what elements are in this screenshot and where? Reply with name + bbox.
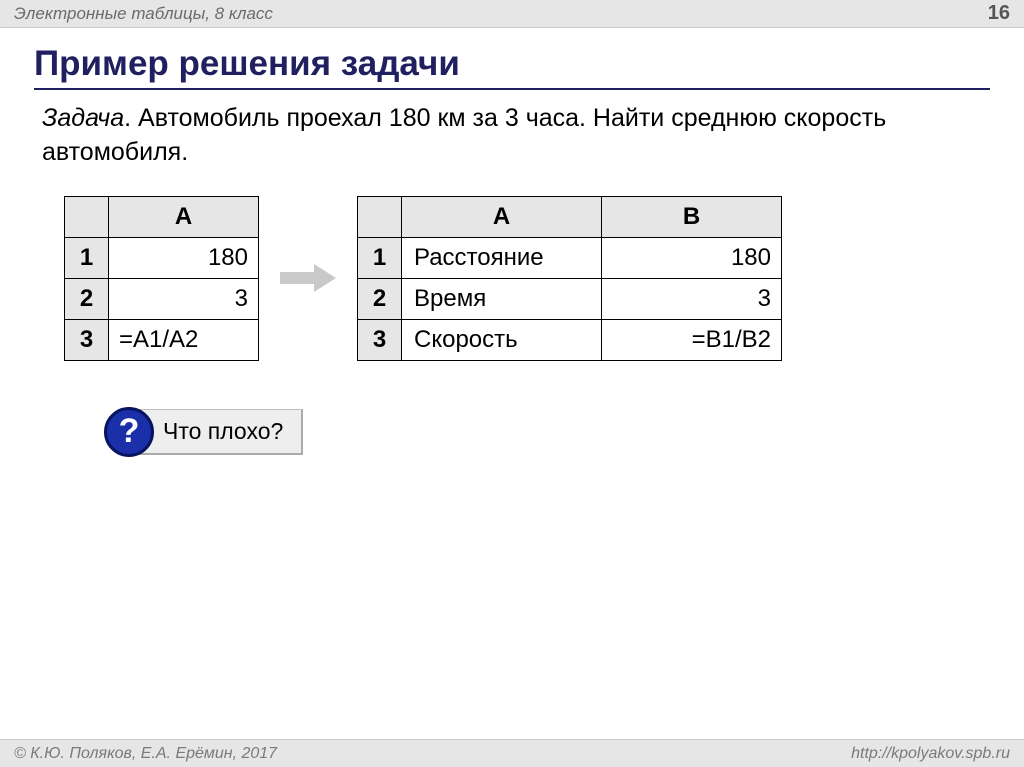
cell: 3 [602,278,782,319]
cell: Скорость [402,319,602,360]
arrow-right-icon [277,260,339,296]
row-header: 1 [65,237,109,278]
table-corner [65,196,109,237]
question-text: Что плохо? [132,409,303,455]
cell: Время [402,278,602,319]
page-number: 16 [988,2,1010,25]
page-title: Пример решения задачи [34,44,990,90]
col-header: A [402,196,602,237]
question-mark-icon: ? [104,407,154,457]
spreadsheet-table-1: A 1 180 2 3 3 =A1/A2 [64,196,259,361]
cell: =B1/B2 [602,319,782,360]
problem-statement: Задача. Автомобиль проехал 180 км за 3 ч… [42,102,990,170]
top-bar: Электронные таблицы, 8 класс 16 [0,0,1024,28]
row-header: 2 [358,278,402,319]
copyright-text: © К.Ю. Поляков, Е.А. Ерёмин, 2017 [14,745,277,763]
footer-bar: © К.Ю. Поляков, Е.А. Ерёмин, 2017 http:/… [0,739,1024,767]
row-header: 1 [358,237,402,278]
row-header: 2 [65,278,109,319]
row-header: 3 [358,319,402,360]
table-corner [358,196,402,237]
subject-label: Электронные таблицы, 8 класс [14,4,273,24]
cell: 3 [109,278,259,319]
cell: Расстояние [402,237,602,278]
col-header: B [602,196,782,237]
row-header: 3 [65,319,109,360]
footer-url: http://kpolyakov.spb.ru [851,745,1010,763]
cell: 180 [602,237,782,278]
problem-text: . Автомобиль проехал 180 км за 3 часа. Н… [42,104,886,166]
cell: 180 [109,237,259,278]
cell: =A1/A2 [109,319,259,360]
spreadsheet-table-2: A B 1 Расстояние 180 2 Время 3 3 Скорост… [357,196,782,361]
question-callout: ? Что плохо? [104,407,990,457]
col-header: A [109,196,259,237]
tables-row: A 1 180 2 3 3 =A1/A2 A B [64,196,990,361]
problem-label: Задача [42,104,124,132]
slide-content: Пример решения задачи Задача. Автомобиль… [0,28,1024,457]
